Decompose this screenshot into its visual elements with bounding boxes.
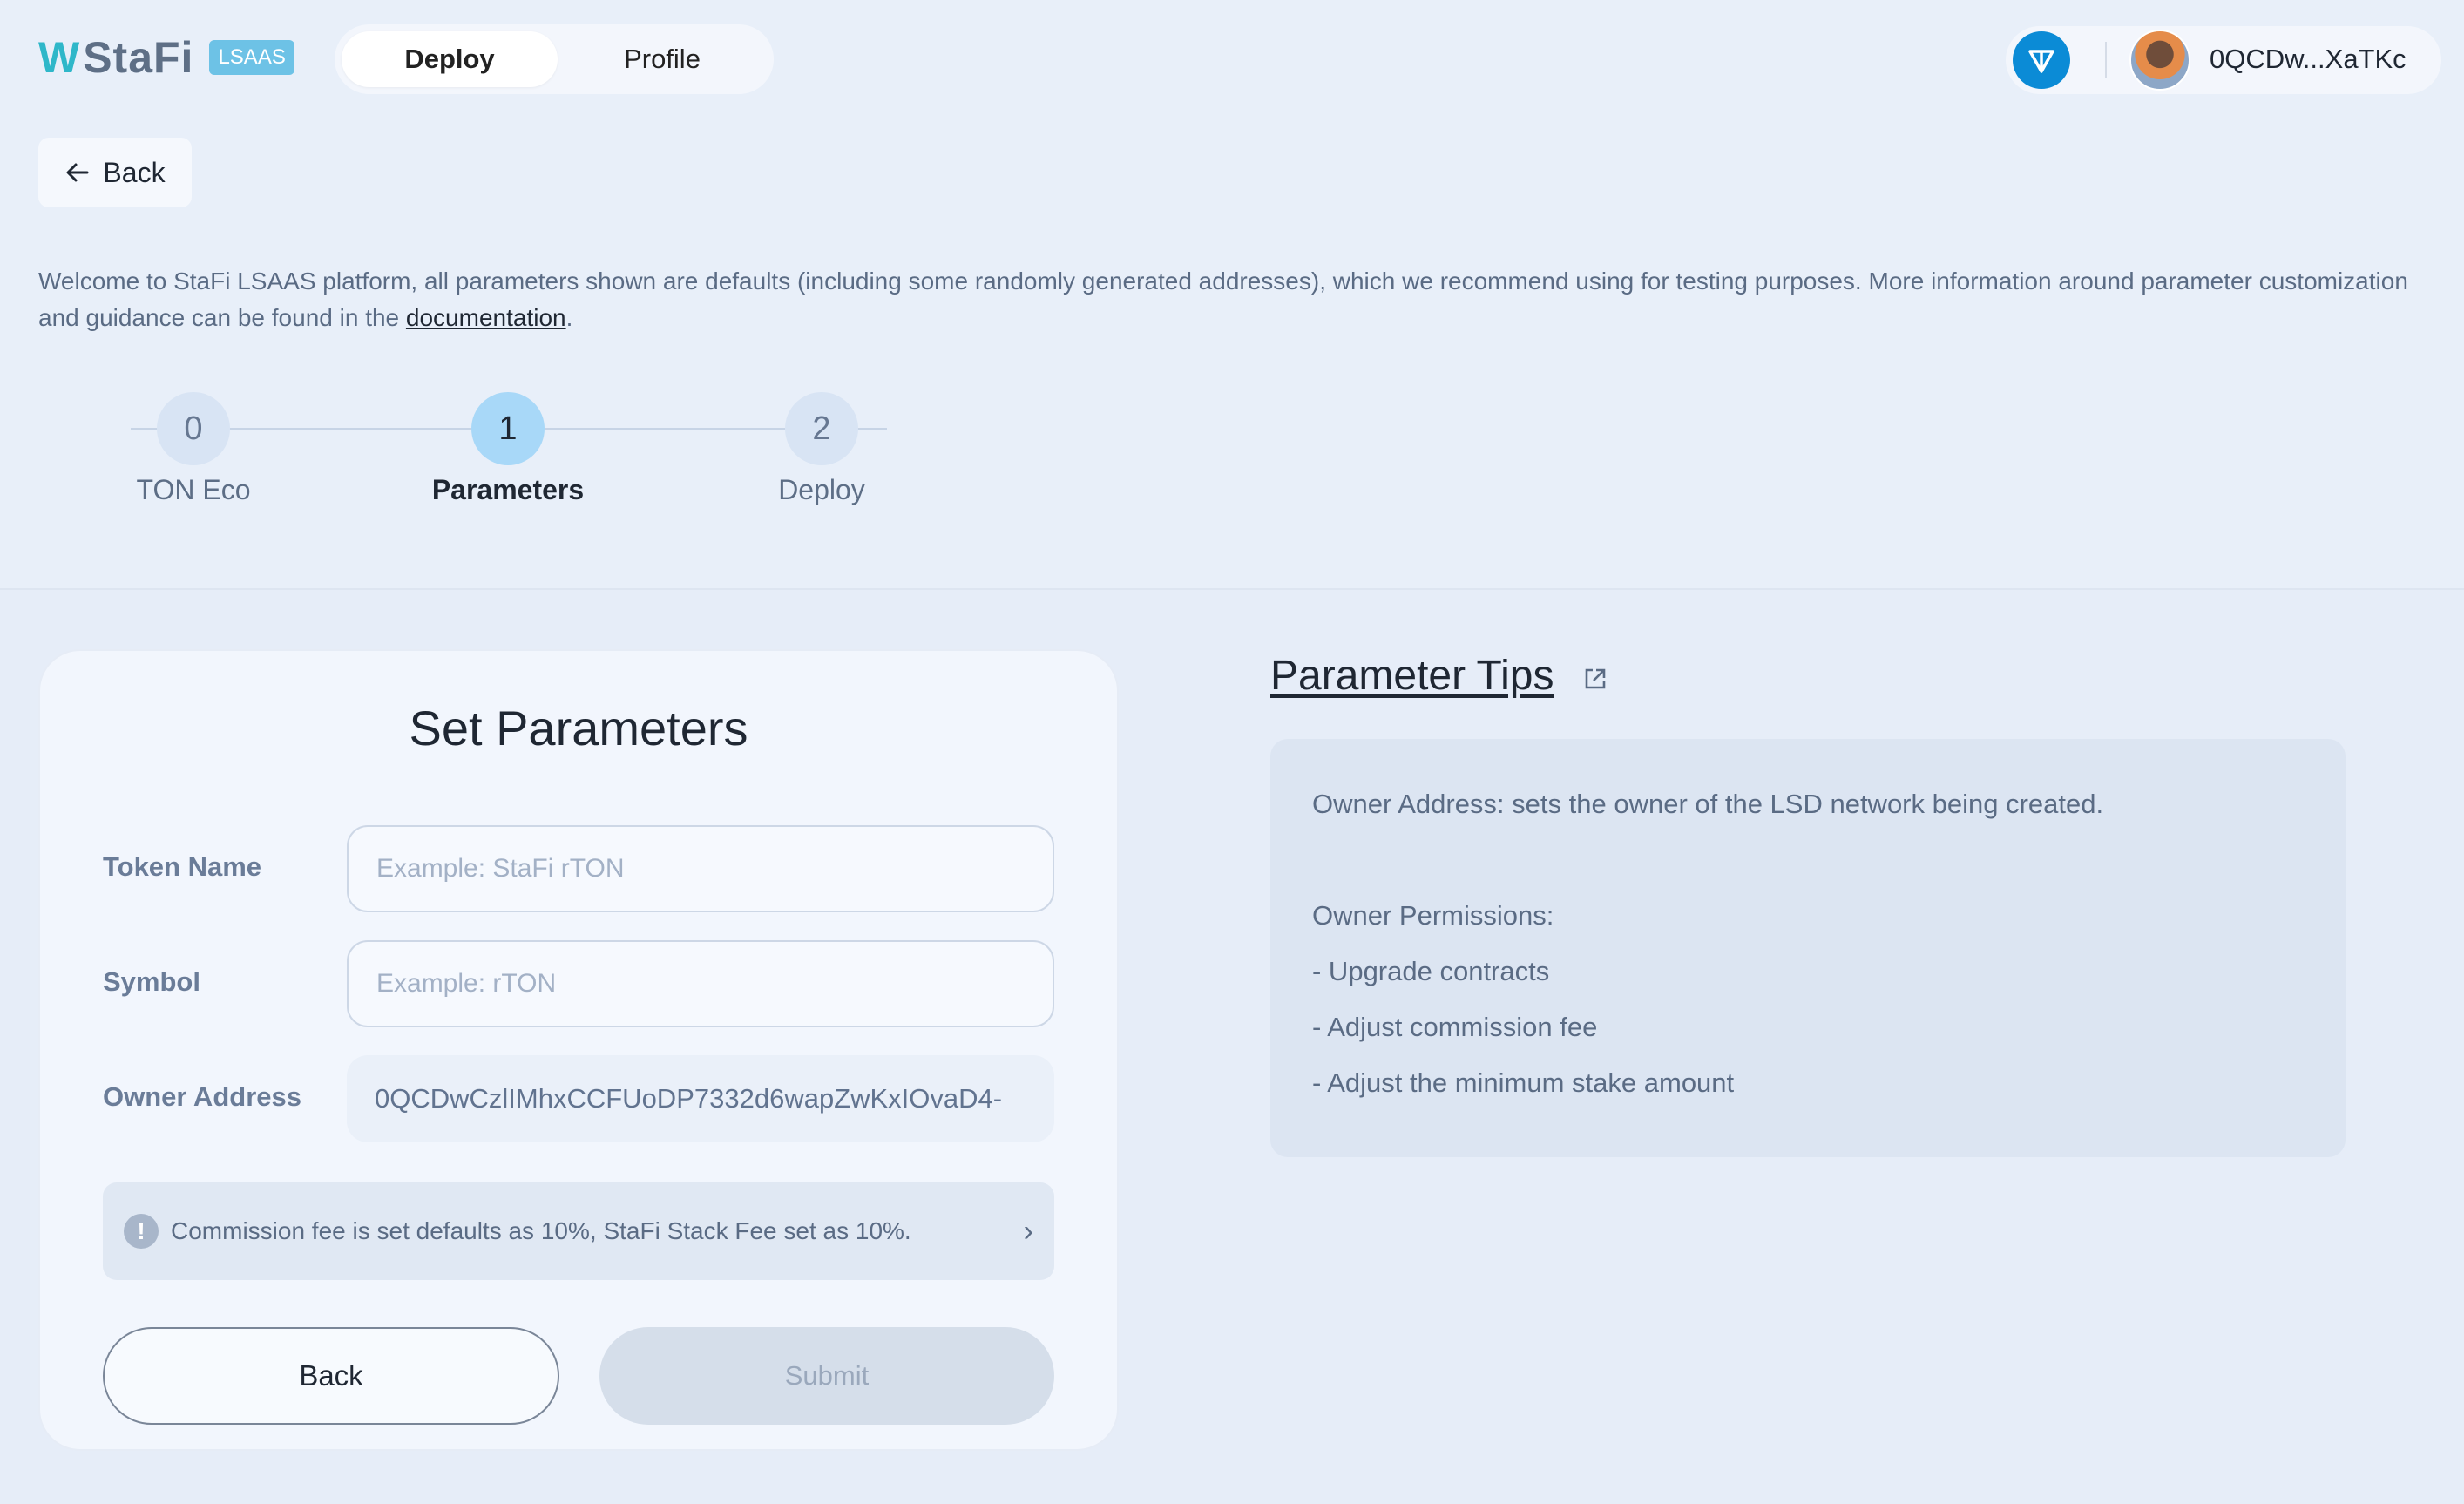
ton-icon[interactable]: [2013, 31, 2070, 89]
tip-permission-item: - Adjust the minimum stake amount: [1312, 1067, 1735, 1098]
step-label: Parameters: [431, 474, 585, 505]
step-label: Deploy: [778, 474, 865, 505]
step-label: TON Eco: [136, 474, 251, 505]
card-title: Set Parameters: [409, 701, 748, 755]
owner-address-field[interactable]: 0QCDwCzlIMhxCCFUoDP7332d6wapZwKxIOvaD4-: [347, 1055, 1054, 1142]
wallet-address[interactable]: 0QCDw...XaTKc: [2210, 44, 2406, 75]
documentation-link[interactable]: documentation: [406, 304, 566, 331]
arrow-left-icon: [66, 163, 89, 182]
wallet-bar[interactable]: 0QCDw...XaTKc: [2006, 26, 2441, 94]
info-icon: !: [124, 1214, 159, 1249]
tab-profile[interactable]: Profile: [558, 31, 767, 87]
step-number: 1: [471, 392, 545, 465]
parameter-tips-link[interactable]: Parameter Tips: [1270, 652, 1554, 700]
tip-owner-address: Owner Address: sets the owner of the LSD…: [1312, 789, 2104, 819]
token-name-label: Token Name: [103, 851, 262, 882]
step-ton-eco: 0 TON Eco: [106, 392, 281, 506]
stafi-logo[interactable]: W StaFi LSAAS: [38, 33, 294, 82]
step-number: 0: [157, 392, 230, 465]
submit-button[interactable]: Submit: [599, 1327, 1054, 1425]
parameters-card: Set Parameters Token Name Symbol Owner A…: [38, 649, 1119, 1451]
step-deploy: 2 Deploy: [734, 392, 909, 506]
logo-text: StaFi: [83, 33, 194, 82]
step-number: 2: [785, 392, 858, 465]
tip-permission-item: - Adjust commission fee: [1312, 1012, 1598, 1042]
chevron-right-icon: ›: [1023, 1214, 1033, 1248]
tip-permissions-title: Owner Permissions:: [1312, 900, 1554, 931]
commission-notice[interactable]: ! Commission fee is set defaults as 10%,…: [103, 1182, 1054, 1280]
external-link-icon[interactable]: [1582, 666, 1608, 692]
logo-mark: W: [38, 33, 79, 82]
notice-text: Commission fee is set defaults as 10%, S…: [171, 1217, 911, 1244]
intro-text: Welcome to StaFi LSAAS platform, all par…: [38, 263, 2443, 336]
tab-deploy[interactable]: Deploy: [342, 31, 558, 87]
tips-box: Owner Address: sets the owner of the LSD…: [1270, 739, 2346, 1157]
avatar[interactable]: [2129, 30, 2190, 91]
back-label: Back: [103, 156, 166, 188]
lsaas-badge: LSAAS: [209, 40, 294, 75]
back-button[interactable]: Back: [103, 1327, 559, 1425]
symbol-input[interactable]: [347, 940, 1054, 1027]
step-parameters: 1 Parameters: [421, 392, 595, 506]
stepper: 0 TON Eco 1 Parameters 2 Deploy: [131, 392, 889, 505]
tip-permission-item: - Upgrade contracts: [1312, 956, 1550, 986]
token-name-input[interactable]: [347, 825, 1054, 912]
back-button-top[interactable]: Back: [38, 138, 192, 207]
intro-body: Welcome to StaFi LSAAS platform, all par…: [38, 268, 2408, 331]
intro-end: .: [565, 304, 573, 331]
wallet-divider: [2105, 42, 2107, 78]
symbol-label: Symbol: [103, 966, 200, 997]
owner-address-label: Owner Address: [103, 1081, 301, 1112]
nav-tabs: Deploy Profile: [335, 24, 774, 94]
